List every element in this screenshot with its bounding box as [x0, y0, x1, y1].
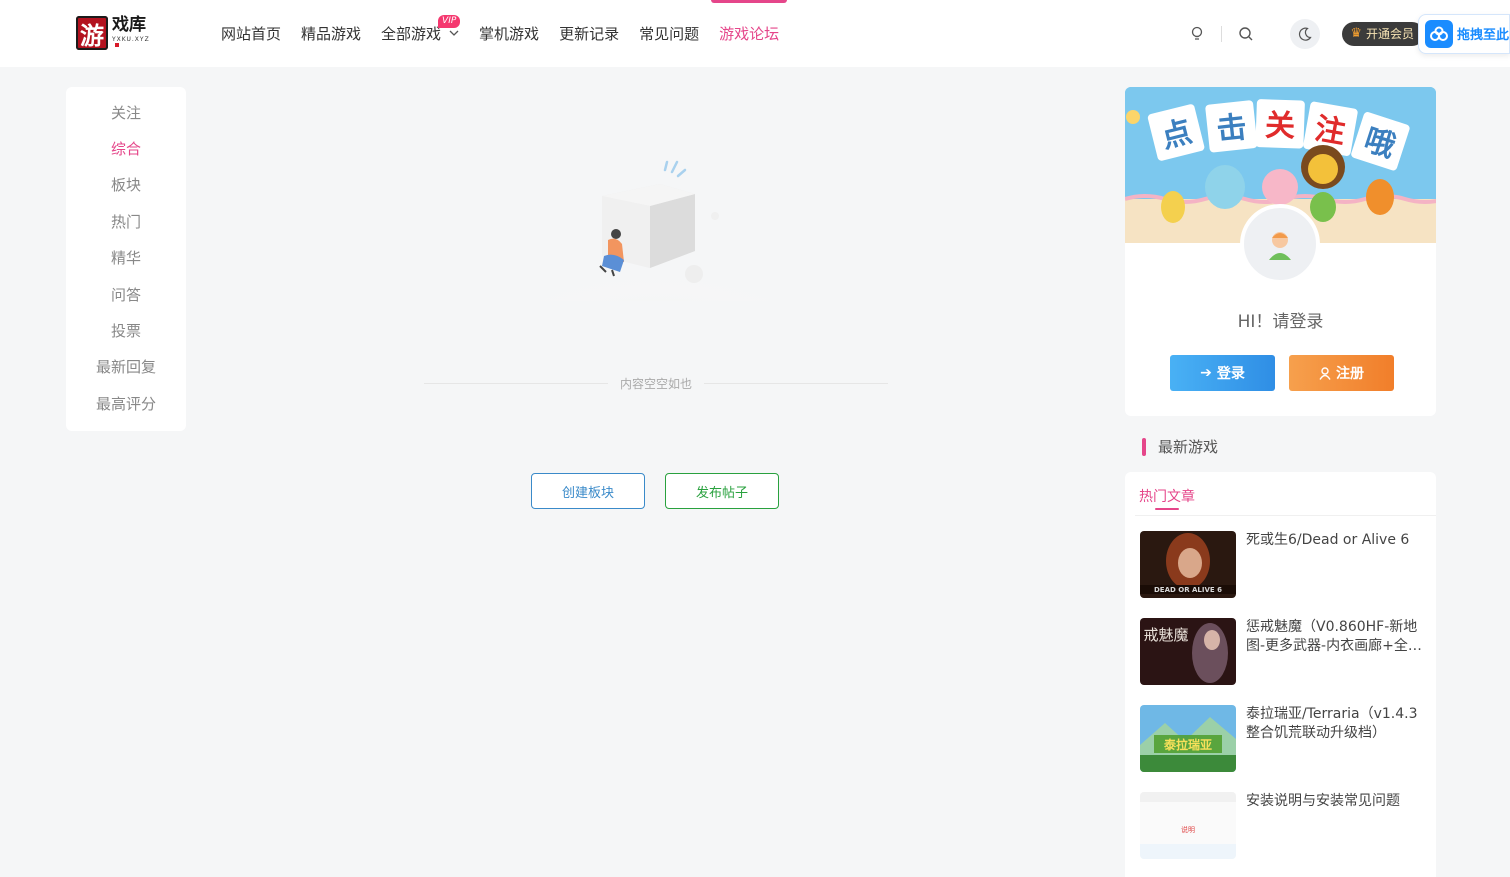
profile-card: 点 击 关 注 哦 HI！请登录 ➔ 登录 注册 — [1125, 87, 1436, 416]
article-item[interactable]: 泰拉瑞亚 泰拉瑞亚/Terraria（v1.4.3整合饥荒联动升级档） — [1140, 705, 1426, 772]
dark-mode-toggle[interactable] — [1290, 18, 1321, 49]
search-icon[interactable] — [1232, 20, 1260, 48]
logo-mark: 游 — [76, 16, 108, 50]
menu-item-vote[interactable]: 投票 — [66, 312, 186, 348]
svg-text:关: 关 — [1264, 108, 1295, 144]
article-thumbnail: 说明 — [1140, 792, 1236, 859]
logo-subtitle: YXKU.XYZ — [112, 37, 154, 49]
lightbulb-icon[interactable] — [1183, 20, 1211, 48]
menu-item-featured[interactable]: 精华 — [66, 240, 186, 276]
login-icon: ➔ — [1200, 365, 1212, 381]
nav-label: 游戏论坛 — [719, 25, 780, 43]
menu-item-latest-reply[interactable]: 最新回复 — [66, 349, 186, 385]
nav-label: 精品游戏 — [301, 25, 362, 43]
drag-tab-label: 拖拽至此 — [1456, 28, 1509, 43]
nav-label: 更新记录 — [559, 25, 620, 43]
create-section-button[interactable]: 创建板块 — [531, 473, 645, 509]
menu-item-top-rated[interactable]: 最高评分 — [66, 385, 186, 421]
menu-item-hot[interactable]: 热门 — [66, 203, 186, 239]
empty-box-illustration — [520, 160, 790, 301]
empty-divider: 内容空空如也 — [424, 373, 889, 393]
register-button[interactable]: 注册 — [1289, 355, 1394, 391]
drag-drop-tab[interactable]: 拖拽至此 — [1418, 13, 1510, 54]
vip-button-label: 开通会员 — [1365, 27, 1414, 41]
header-divider — [1221, 25, 1223, 42]
nav-changelog[interactable]: 更新记录 — [559, 0, 619, 67]
article-item[interactable]: 戒魅魔 惩戒魅魔（V0.860HF-新地图-更多武器-内衣画廊+全… — [1140, 618, 1426, 685]
nav-home[interactable]: 网站首页 — [221, 0, 281, 67]
article-title: 惩戒魅魔（V0.860HF-新地图-更多武器-内衣画廊+全… — [1246, 619, 1422, 654]
article-thumbnail: 戒魅魔 — [1140, 618, 1236, 685]
nav-label: 全部游戏 — [381, 25, 442, 43]
user-avatar[interactable] — [1240, 204, 1320, 284]
menu-item-sections[interactable]: 板块 — [66, 167, 186, 203]
tab-hot-articles[interactable]: 热门文章 — [1139, 486, 1195, 510]
svg-text:泰拉瑞亚: 泰拉瑞亚 — [1163, 737, 1212, 752]
publish-post-button[interactable]: 发布帖子 — [665, 473, 779, 509]
register-label: 注册 — [1336, 366, 1364, 382]
login-greeting: HI！请登录 — [1237, 312, 1324, 332]
logo-title: 戏库 — [111, 15, 146, 35]
section-title: 最新游戏 — [1158, 438, 1219, 456]
nav-faq[interactable]: 常见问题 — [639, 0, 699, 67]
moon-icon — [1299, 27, 1312, 41]
svg-text:注: 注 — [1312, 111, 1348, 151]
nav-label: 常见问题 — [639, 25, 700, 43]
article-thumbnail: DEAD OR ALIVE 6 — [1140, 531, 1236, 598]
login-label: 登录 — [1216, 366, 1245, 382]
login-button[interactable]: ➔ 登录 — [1170, 355, 1275, 391]
avatar-icon — [1269, 232, 1291, 260]
article-title: 安装说明与安装常见问题 — [1246, 793, 1400, 809]
svg-text:戒魅魔: 戒魅魔 — [1143, 626, 1188, 644]
svg-text:击: 击 — [1215, 110, 1248, 148]
main-nav: 网站首页 精品游戏 全部游戏 VIP 掌机游戏 更新记录 常见问题 游戏论坛 — [221, 0, 799, 67]
menu-item-follow[interactable]: 关注 — [66, 94, 186, 130]
top-header: 游 戏库 YXKU.XYZ 网站首页 精品游戏 全部游戏 VIP 掌机游戏 更新… — [0, 0, 1510, 67]
user-icon — [1319, 366, 1331, 380]
nav-label: 网站首页 — [221, 25, 282, 43]
menu-item-general[interactable]: 综合 — [66, 130, 186, 166]
article-title: 死或生6/Dead or Alive 6 — [1246, 532, 1410, 548]
article-item[interactable]: 说明 安装说明与安装常见问题 — [1140, 792, 1426, 859]
menu-item-qa[interactable]: 问答 — [66, 276, 186, 312]
nav-label: 掌机游戏 — [479, 25, 540, 43]
vip-membership-button[interactable]: ♛ 开通会员 — [1342, 21, 1424, 46]
article-title: 泰拉瑞亚/Terraria（v1.4.3整合饥荒联动升级档） — [1246, 706, 1418, 741]
site-logo[interactable]: 游 戏库 YXKU.XYZ — [76, 14, 154, 52]
nav-all-games[interactable]: 全部游戏 VIP — [381, 0, 461, 67]
cloud-icon — [1425, 19, 1453, 48]
svg-text:DEAD OR ALIVE 6: DEAD OR ALIVE 6 — [1154, 586, 1222, 594]
nav-handheld-games[interactable]: 掌机游戏 — [479, 0, 539, 67]
nav-forum[interactable]: 游戏论坛 — [711, 0, 788, 67]
hot-articles-card: 热门文章 DEAD OR ALIVE 6 死或生6/Dead or Alive … — [1125, 472, 1436, 877]
forum-filter-menu: 关注 综合 板块 热门 精华 问答 投票 最新回复 最高评分 — [66, 87, 186, 431]
chevron-down-icon — [449, 28, 459, 39]
latest-games-heading: 最新游戏 — [1142, 436, 1218, 457]
empty-message: 内容空空如也 — [620, 376, 693, 391]
article-item[interactable]: DEAD OR ALIVE 6 死或生6/Dead or Alive 6 — [1140, 531, 1426, 598]
crown-icon: ♛ — [1350, 26, 1362, 41]
article-thumbnail: 泰拉瑞亚 — [1140, 705, 1236, 772]
svg-text:说明: 说明 — [1181, 825, 1195, 834]
nav-premium-games[interactable]: 精品游戏 — [301, 0, 361, 67]
vip-badge: VIP — [438, 15, 461, 28]
